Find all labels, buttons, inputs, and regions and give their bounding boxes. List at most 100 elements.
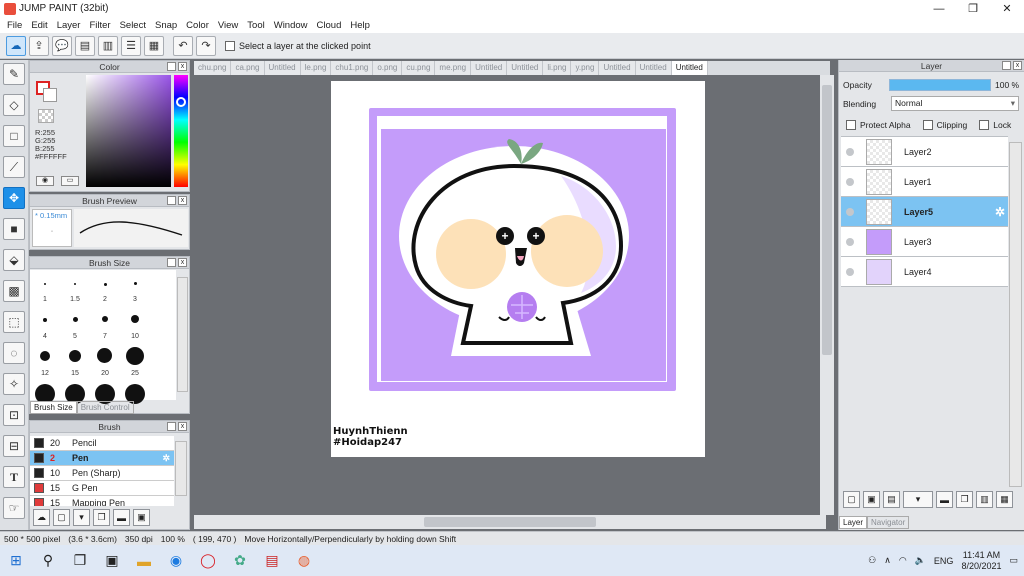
brush-item-mapping-pen[interactable]: 15 Mapping Pen: [30, 496, 174, 506]
paint-app-icon[interactable]: ✿: [224, 545, 256, 576]
doc-tab[interactable]: cu.png: [402, 61, 436, 75]
menu-help[interactable]: Help: [347, 20, 376, 31]
layer-row-layer3[interactable]: Layer3: [841, 227, 1008, 257]
comment-icon[interactable]: 💬: [52, 35, 72, 56]
transparent-swatch[interactable]: [38, 109, 54, 123]
menu-window[interactable]: Window: [271, 20, 314, 31]
panel-icon[interactable]: ▤: [75, 35, 95, 56]
close-button[interactable]: ✕: [990, 0, 1024, 17]
doc-tab[interactable]: chu.png: [194, 61, 232, 75]
layer-menu-icon[interactable]: ▾: [903, 491, 933, 508]
cloud-icon[interactable]: ☁: [6, 35, 26, 56]
brush-settings-gear-icon[interactable]: ✲: [162, 453, 170, 464]
brush-cloud-icon[interactable]: ☁: [33, 509, 50, 526]
tray-chevron-icon[interactable]: ∧: [884, 555, 891, 566]
brush-size-grid[interactable]: 1 1.5 2 3 4 5 7 10 12 15 20 25: [30, 270, 176, 404]
rectangle-tool-icon[interactable]: □: [3, 125, 25, 147]
doc-tab[interactable]: Untitled: [635, 61, 672, 75]
merge-layer-icon[interactable]: ▥: [976, 491, 993, 508]
doc-tab[interactable]: li.png: [543, 61, 572, 75]
doc-tab-active[interactable]: Untitled: [671, 61, 708, 75]
magic-wand-icon[interactable]: ✧: [3, 373, 25, 395]
panel-float-icon[interactable]: [167, 196, 176, 205]
canvas-horizontal-scrollbar[interactable]: [194, 515, 826, 529]
task-view-icon[interactable]: ❐: [64, 545, 96, 576]
teams-icon[interactable]: ▣: [96, 545, 128, 576]
brush-size-label[interactable]: 20: [90, 370, 120, 377]
brush-size-label[interactable]: 5: [60, 333, 90, 340]
share-icon[interactable]: ⇪: [29, 35, 49, 56]
jump-paint-icon[interactable]: ▤: [256, 545, 288, 576]
visibility-icon[interactable]: [846, 237, 854, 246]
select-pen-icon[interactable]: ⊡: [3, 404, 25, 426]
tab-layer[interactable]: Layer: [839, 516, 868, 529]
brush-tool-icon[interactable]: ✎: [3, 63, 25, 85]
grid-icon[interactable]: ▦: [144, 35, 164, 56]
document-icon[interactable]: ▥: [98, 35, 118, 56]
doc-tab[interactable]: ca.png: [231, 61, 265, 75]
brush-size-label[interactable]: 7: [90, 333, 120, 340]
brush-list-scrollbar[interactable]: [175, 441, 187, 496]
notification-icon[interactable]: ▭: [1009, 555, 1018, 566]
move-tool-icon[interactable]: ✥: [3, 187, 25, 209]
tab-navigator[interactable]: Navigator: [867, 516, 910, 529]
new-layer-1bit-icon[interactable]: ▤: [883, 491, 900, 508]
doc-tab[interactable]: o.png: [373, 61, 403, 75]
layer-row-layer2[interactable]: Layer2: [841, 137, 1008, 167]
brush-item-g-pen[interactable]: 15 G Pen: [30, 481, 174, 496]
new-layer-8bit-icon[interactable]: ▣: [863, 491, 880, 508]
layer-row-layer5[interactable]: Layer5 ✲: [841, 197, 1008, 227]
settings-list-icon[interactable]: ☰: [121, 35, 141, 56]
menu-cloud[interactable]: Cloud: [314, 20, 348, 31]
network-icon[interactable]: ◠: [899, 555, 907, 566]
brush-item-pencil[interactable]: 20 Pencil: [30, 436, 174, 451]
maximize-button[interactable]: ❐: [956, 0, 990, 17]
layer-folder-icon[interactable]: ▬: [936, 491, 953, 508]
redo-icon[interactable]: ↷: [196, 35, 216, 56]
menu-filter[interactable]: Filter: [86, 20, 116, 31]
visibility-icon[interactable]: [846, 207, 854, 216]
minimize-button[interactable]: —: [922, 0, 956, 17]
file-explorer-icon[interactable]: ▬: [128, 545, 160, 576]
doc-tab[interactable]: Untitled: [599, 61, 636, 75]
saturation-value-picker[interactable]: [86, 75, 171, 187]
select-layer-checkbox[interactable]: [225, 40, 235, 51]
hue-handle[interactable]: [176, 97, 186, 107]
brush-menu-icon[interactable]: ▾: [73, 509, 90, 526]
opacity-slider[interactable]: [889, 79, 991, 91]
duplicate-layer-icon[interactable]: ❐: [956, 491, 973, 508]
brush-size-label[interactable]: 1.5: [60, 296, 90, 303]
panel-float-icon[interactable]: [167, 422, 176, 431]
panel-close-icon[interactable]: x: [178, 196, 187, 205]
menu-color[interactable]: Color: [183, 20, 215, 31]
folder-icon[interactable]: ▬: [113, 509, 130, 526]
menu-tool[interactable]: Tool: [244, 20, 270, 31]
menu-layer[interactable]: Layer: [54, 20, 87, 31]
brush-size-label[interactable]: 1: [30, 296, 60, 303]
undo-icon[interactable]: ↶: [173, 35, 193, 56]
select-eraser-icon[interactable]: ⊟: [3, 435, 25, 457]
doc-tab[interactable]: Untitled: [264, 61, 301, 75]
color-mode-button[interactable]: ◉: [36, 176, 54, 186]
input-language[interactable]: ENG: [934, 556, 954, 566]
menu-snap[interactable]: Snap: [152, 20, 183, 31]
layer-row-layer1[interactable]: Layer1: [841, 167, 1008, 197]
doc-tab[interactable]: me.png: [435, 61, 472, 75]
protect-alpha-checkbox[interactable]: [846, 120, 856, 130]
doc-tab[interactable]: chu1.png: [331, 61, 374, 75]
select-rect-icon[interactable]: ⬚: [3, 311, 25, 333]
panel-close-icon[interactable]: x: [1013, 61, 1022, 70]
visibility-icon[interactable]: [846, 267, 854, 276]
layer-row-layer4[interactable]: Layer4: [841, 257, 1008, 287]
panel-float-icon[interactable]: [167, 258, 176, 267]
clock[interactable]: 11:41 AM 8/20/2021: [961, 550, 1001, 572]
firefox-icon[interactable]: ◍: [288, 545, 320, 576]
brush-size-label[interactable]: 10: [120, 333, 150, 340]
copy-brush-icon[interactable]: ❐: [93, 509, 110, 526]
zalo-icon[interactable]: ◉: [160, 545, 192, 576]
fill-rect-tool-icon[interactable]: ■: [3, 218, 25, 240]
people-icon[interactable]: ⚇: [868, 555, 876, 566]
layer-list-scrollbar[interactable]: [1009, 142, 1022, 487]
delete-layer-icon[interactable]: ▦: [996, 491, 1013, 508]
lasso-tool-icon[interactable]: ◌: [3, 342, 25, 364]
